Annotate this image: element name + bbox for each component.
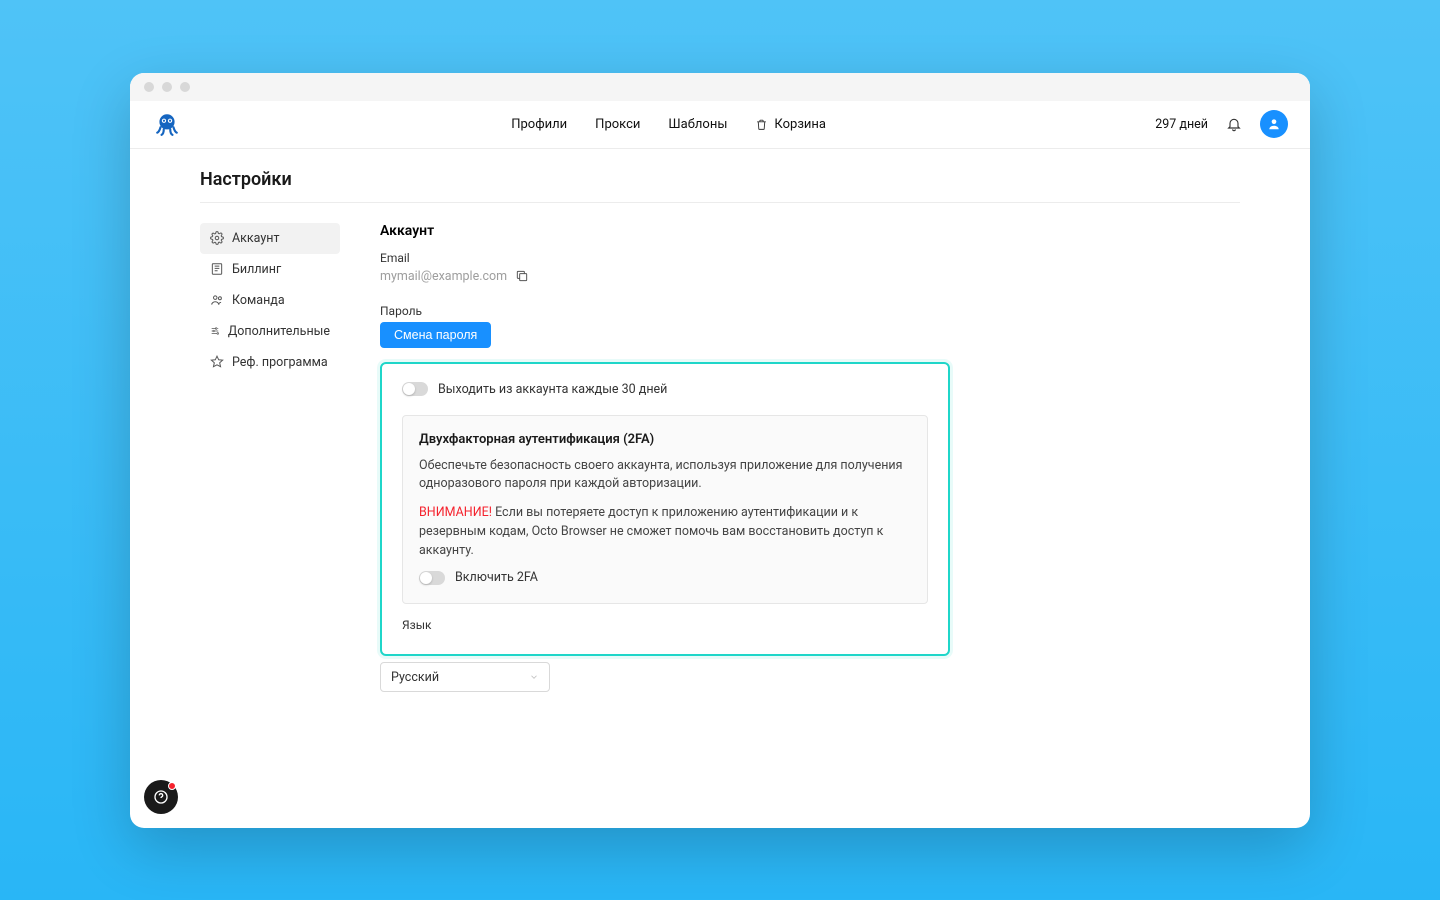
sliders-icon xyxy=(210,324,220,338)
sidebar-item-label: Реф. программа xyxy=(232,355,328,370)
email-row: mymail@example.com xyxy=(380,269,1240,284)
security-highlight-box: Выходить из аккаунта каждые 30 дней Двух… xyxy=(380,362,950,657)
logout-every-30d-row: Выходить из аккаунта каждые 30 дней xyxy=(402,382,928,397)
main-panel: Аккаунт Email mymail@example.com Пароль … xyxy=(380,223,1240,693)
app-logo[interactable] xyxy=(152,109,182,139)
page-title: Настройки xyxy=(200,169,1240,203)
trash-icon xyxy=(755,118,768,131)
help-notification-dot xyxy=(168,782,176,790)
team-icon xyxy=(210,293,224,307)
sidebar-item-billing[interactable]: Биллинг xyxy=(200,254,340,285)
content: Настройки Аккаунт Биллинг Команда Допол xyxy=(130,149,1310,828)
browser-window: Профили Прокси Шаблоны Корзина 297 дней xyxy=(130,73,1310,828)
sidebar-item-label: Биллинг xyxy=(232,262,281,277)
language-label: Язык xyxy=(402,618,928,632)
language-section: Язык xyxy=(402,618,928,632)
user-icon xyxy=(1267,117,1281,131)
nav-templates[interactable]: Шаблоны xyxy=(668,117,727,132)
gear-icon xyxy=(210,231,224,245)
language-value: Русский xyxy=(391,670,439,685)
email-value: mymail@example.com xyxy=(380,269,507,284)
sidebar-item-label: Команда xyxy=(232,293,285,308)
body-layout: Аккаунт Биллинг Команда Дополнительные Р… xyxy=(200,223,1240,693)
copy-icon[interactable] xyxy=(515,269,529,283)
sidebar-item-label: Дополнительные xyxy=(228,324,330,339)
star-icon xyxy=(210,355,224,369)
help-fab[interactable] xyxy=(144,780,178,814)
main-nav: Профили Прокси Шаблоны Корзина xyxy=(511,117,826,132)
logout-every-30d-toggle[interactable] xyxy=(402,382,428,396)
sidebar-item-label: Аккаунт xyxy=(232,231,280,246)
language-select[interactable]: Русский xyxy=(380,662,550,692)
nav-trash-label: Корзина xyxy=(774,117,826,132)
nav-profiles[interactable]: Профили xyxy=(511,117,567,132)
window-min-dot[interactable] xyxy=(162,82,172,92)
notifications-icon[interactable] xyxy=(1226,116,1242,132)
twofa-card: Двухфакторная аутентификация (2FA) Обесп… xyxy=(402,415,928,605)
sidebar-item-referral[interactable]: Реф. программа xyxy=(200,347,340,378)
window-max-dot[interactable] xyxy=(180,82,190,92)
days-left-label[interactable]: 297 дней xyxy=(1155,117,1208,132)
email-label: Email xyxy=(380,251,1240,265)
twofa-warning: ВНИМАНИЕ! Если вы потеряете доступ к при… xyxy=(419,504,911,560)
sidebar-item-team[interactable]: Команда xyxy=(200,285,340,316)
topbar-right: 297 дней xyxy=(1155,110,1288,138)
avatar[interactable] xyxy=(1260,110,1288,138)
twofa-title: Двухфакторная аутентификация (2FA) xyxy=(419,432,911,447)
chevron-down-icon xyxy=(529,672,539,682)
enable-2fa-label: Включить 2FA xyxy=(455,570,538,585)
warning-label: ВНИМАНИЕ! xyxy=(419,505,492,520)
window-close-dot[interactable] xyxy=(144,82,154,92)
logout-every-30d-label: Выходить из аккаунта каждые 30 дней xyxy=(438,382,667,397)
window-titlebar xyxy=(130,73,1310,101)
twofa-description: Обеспечьте безопасность своего аккаунта,… xyxy=(419,457,911,495)
password-label: Пароль xyxy=(380,304,1240,318)
enable-2fa-toggle[interactable] xyxy=(419,571,445,585)
sidebar-item-advanced[interactable]: Дополнительные xyxy=(200,316,340,347)
help-icon xyxy=(153,789,169,805)
settings-sidebar: Аккаунт Биллинг Команда Дополнительные Р… xyxy=(200,223,340,693)
nav-proxy[interactable]: Прокси xyxy=(595,117,640,132)
change-password-button[interactable]: Смена пароля xyxy=(380,322,491,348)
billing-icon xyxy=(210,262,224,276)
sidebar-item-account[interactable]: Аккаунт xyxy=(200,223,340,254)
section-title-account: Аккаунт xyxy=(380,223,1240,239)
nav-trash[interactable]: Корзина xyxy=(755,117,826,132)
topbar: Профили Прокси Шаблоны Корзина 297 дней xyxy=(130,101,1310,149)
enable-2fa-row: Включить 2FA xyxy=(419,570,911,585)
